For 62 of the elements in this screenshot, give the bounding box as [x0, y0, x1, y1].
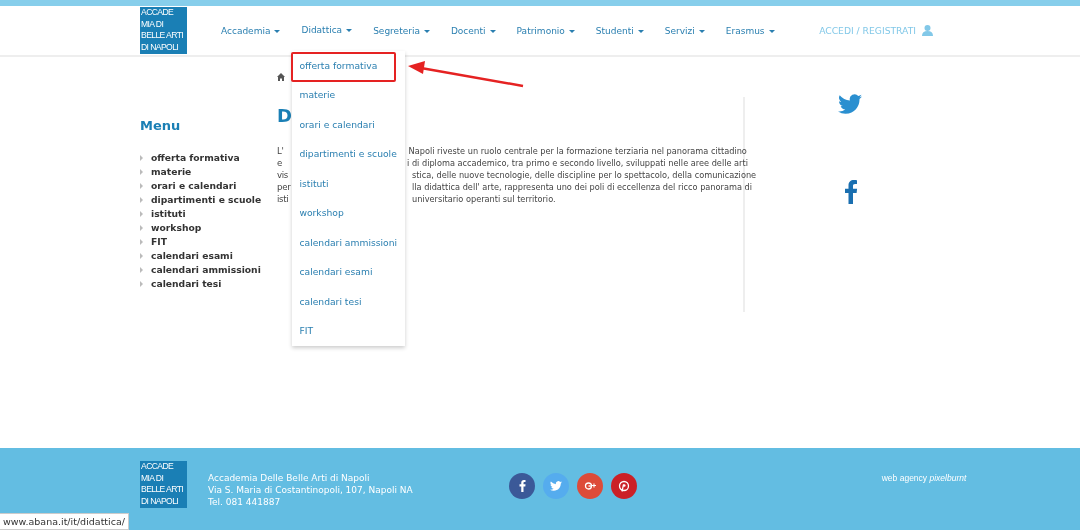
nav-link[interactable]: Studenti: [595, 7, 644, 54]
bullet-icon: [140, 224, 143, 231]
bullet-icon: [140, 168, 143, 175]
dropdown-item[interactable]: calendari ammissioni: [292, 227, 406, 258]
logo[interactable]: ACCADE MIA DI BELLE ARTI DI NAPOLI: [140, 7, 187, 54]
sidebar-link[interactable]: istituti: [151, 206, 186, 221]
status-url: www.abana.it/it/didattica/: [0, 513, 129, 530]
dropdown-item[interactable]: calendari tesi: [292, 286, 406, 317]
footer-text: Via S. Maria di Costantinopoli, 107, Napoli NA: [208, 484, 413, 496]
paragraph-line: universitario operanti sul territorio.: [412, 192, 556, 205]
bullet-icon: [140, 210, 143, 217]
footer-text: Tel. 081 441887: [208, 496, 282, 508]
google-plus-button[interactable]: [576, 473, 603, 499]
credit-text: web agency pixelburnt: [881, 472, 967, 485]
paragraph-line: lla didattica dell' arte, rappresenta uno dei poli di eccellenza del ricco panorama di: [412, 180, 752, 193]
bullet-icon: [140, 252, 143, 259]
dropdown-item[interactable]: dipartimenti e scuole: [292, 139, 406, 169]
bullet-icon: [140, 266, 143, 273]
paragraph-fragment: isti: [277, 193, 289, 204]
sidebar-link[interactable]: calendari tesi: [151, 276, 222, 291]
sidebar-link[interactable]: materie: [151, 164, 192, 179]
paragraph-fragment: L': [277, 145, 284, 156]
bird-icon[interactable]: [838, 92, 862, 116]
bullet-icon: [140, 196, 143, 203]
bullet-icon: [140, 182, 143, 189]
nav-link[interactable]: Servizi: [664, 7, 705, 54]
sidebar-title: Menu: [140, 118, 182, 134]
paragraph-line: stica, delle nuove tecnologie, delle discipline per lo spettacolo, della comunicazione: [412, 168, 757, 181]
nav-link[interactable]: Docenti: [450, 7, 496, 54]
paragraph-fragment: vis: [277, 169, 289, 180]
dropdown-item[interactable]: workshop: [292, 198, 406, 228]
sidebar-link[interactable]: orari e calendari: [151, 178, 237, 193]
sidebar-link[interactable]: workshop: [151, 220, 202, 235]
sidebar-link[interactable]: FIT: [151, 234, 167, 249]
nav-link[interactable]: Patrimonio: [516, 7, 575, 54]
sidebar-link[interactable]: calendari ammissioni: [151, 262, 261, 277]
google-plus-icon: [583, 480, 596, 492]
page-heading: D: [277, 105, 292, 127]
facebook-button[interactable]: [508, 473, 535, 499]
paragraph-line: Napoli riveste un ruolo centrale per la formazione terziaria nel panorama cittadino: [408, 144, 747, 157]
nav-link[interactable]: Erasmus: [725, 7, 775, 54]
pinterest-icon: [617, 480, 630, 492]
sidebar-link[interactable]: offerta formativa: [151, 150, 240, 165]
dropdown-item[interactable]: calendari esami: [292, 257, 406, 287]
paragraph-fragment: e: [277, 157, 282, 168]
bullet-icon: [140, 154, 143, 161]
bird-icon: [549, 480, 562, 492]
dropdown-item[interactable]: istituti: [292, 168, 406, 199]
dropdown-item[interactable]: materie: [292, 80, 406, 110]
paragraph-fragment: per: [277, 181, 291, 192]
bullet-icon: [140, 280, 143, 287]
footer-text: Accademia Delle Belle Arti di Napoli: [208, 472, 371, 484]
sidebar-link[interactable]: calendari esami: [151, 248, 233, 263]
dropdown-item[interactable]: FIT: [292, 316, 406, 346]
bullet-icon: [140, 238, 143, 245]
home-icon[interactable]: [277, 73, 285, 81]
pinterest-button[interactable]: [610, 473, 637, 499]
nav-link[interactable]: Accademia: [221, 7, 281, 54]
sidebar-link[interactable]: dipartimenti e scuole: [151, 192, 262, 207]
dropdown-item[interactable]: orari e calendari: [292, 109, 406, 140]
logo[interactable]: ACCADE MIA DI BELLE ARTI DI NAPOLI: [140, 461, 187, 508]
paragraph-line: i di diploma accademico, tra primo e secondo livello, sviluppati nelle aree delle arti: [407, 156, 748, 169]
